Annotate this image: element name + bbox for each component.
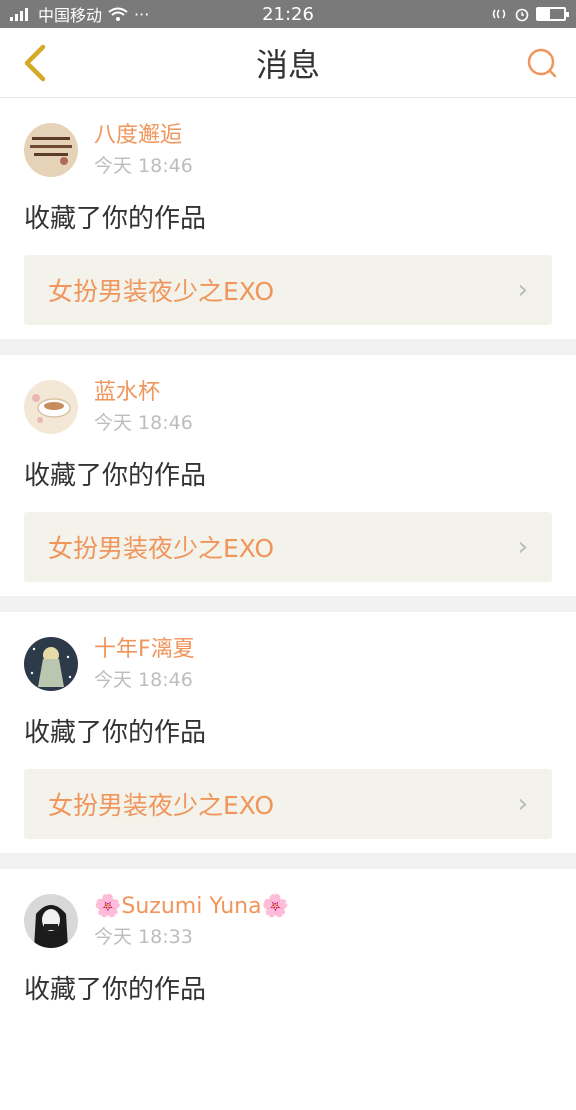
chevron-right-icon: › <box>517 275 528 305</box>
message-card: 蓝水杯 今天 18:46 收藏了你的作品 女扮男装夜少之EXO › <box>0 355 576 596</box>
username[interactable]: 蓝水杯 <box>94 377 193 409</box>
work-link[interactable]: 女扮男装夜少之EXO › <box>24 255 552 325</box>
user-meta: 🌸Suzumi Yuna🌸 今天 18:33 <box>94 891 289 951</box>
action-text: 收藏了你的作品 <box>24 461 207 491</box>
work-title: 女扮男装夜少之EXO <box>48 534 275 563</box>
search-icon <box>527 48 557 77</box>
user-row: 🌸Suzumi Yuna🌸 今天 18:33 <box>24 891 552 951</box>
user-row: 八度邂逅 今天 18:46 <box>24 120 552 180</box>
divider <box>0 596 576 612</box>
action-text: 收藏了你的作品 <box>24 204 207 234</box>
chevron-right-icon: › <box>517 789 528 819</box>
search-button[interactable] <box>522 43 562 83</box>
work-title: 女扮男装夜少之EXO <box>48 791 275 820</box>
status-left: 中国移动 ··· <box>10 2 149 26</box>
message-card: 八度邂逅 今天 18:46 收藏了你的作品 女扮男装夜少之EXO › <box>0 98 576 339</box>
status-right <box>490 6 569 22</box>
avatar-image <box>24 123 78 177</box>
alarm-icon <box>515 8 529 22</box>
vibrate-icon <box>492 9 506 19</box>
page-title: 消息 <box>255 45 320 84</box>
timestamp: 今天 18:33 <box>94 926 193 948</box>
nav-bar: 消息 <box>0 28 576 98</box>
timestamp: 今天 18:46 <box>94 412 193 434</box>
avatar[interactable] <box>24 637 78 691</box>
action-text: 收藏了你的作品 <box>24 975 207 1005</box>
battery-level <box>538 9 550 19</box>
avatar[interactable] <box>24 123 78 177</box>
work-link[interactable]: 女扮男装夜少之EXO › <box>24 512 552 582</box>
user-meta: 十年F漓夏 今天 18:46 <box>94 634 195 694</box>
timestamp: 今天 18:46 <box>94 155 193 177</box>
avatar[interactable] <box>24 380 78 434</box>
user-row: 十年F漓夏 今天 18:46 <box>24 634 552 694</box>
divider <box>0 339 576 355</box>
user-meta: 八度邂逅 今天 18:46 <box>94 120 193 180</box>
work-title: 女扮男装夜少之EXO <box>48 277 275 306</box>
avatar[interactable] <box>24 894 78 948</box>
user-meta: 蓝水杯 今天 18:46 <box>94 377 193 437</box>
battery-icon <box>536 7 569 21</box>
message-card: 🌸Suzumi Yuna🌸 今天 18:33 收藏了你的作品 <box>0 869 576 1110</box>
back-button[interactable] <box>14 43 54 83</box>
wifi-icon <box>108 7 128 21</box>
action-text: 收藏了你的作品 <box>24 718 207 748</box>
chevron-right-icon: › <box>517 532 528 562</box>
chevron-left-icon <box>24 44 46 81</box>
username[interactable]: 十年F漓夏 <box>94 634 195 666</box>
avatar-image <box>24 637 78 691</box>
work-link[interactable]: 女扮男装夜少之EXO › <box>24 769 552 839</box>
avatar-image <box>24 894 78 948</box>
status-bar: 中国移动 ··· 21:26 <box>0 0 576 28</box>
message-card: 十年F漓夏 今天 18:46 收藏了你的作品 女扮男装夜少之EXO › <box>0 612 576 853</box>
username[interactable]: 八度邂逅 <box>94 120 193 152</box>
signal-icon <box>10 8 28 21</box>
timestamp: 今天 18:46 <box>94 669 193 691</box>
user-row: 蓝水杯 今天 18:46 <box>24 377 552 437</box>
avatar-image <box>24 380 78 434</box>
username[interactable]: 🌸Suzumi Yuna🌸 <box>94 891 289 923</box>
carrier-label: 中国移动 <box>38 6 103 25</box>
divider <box>0 853 576 869</box>
more-dots: ··· <box>134 4 150 24</box>
